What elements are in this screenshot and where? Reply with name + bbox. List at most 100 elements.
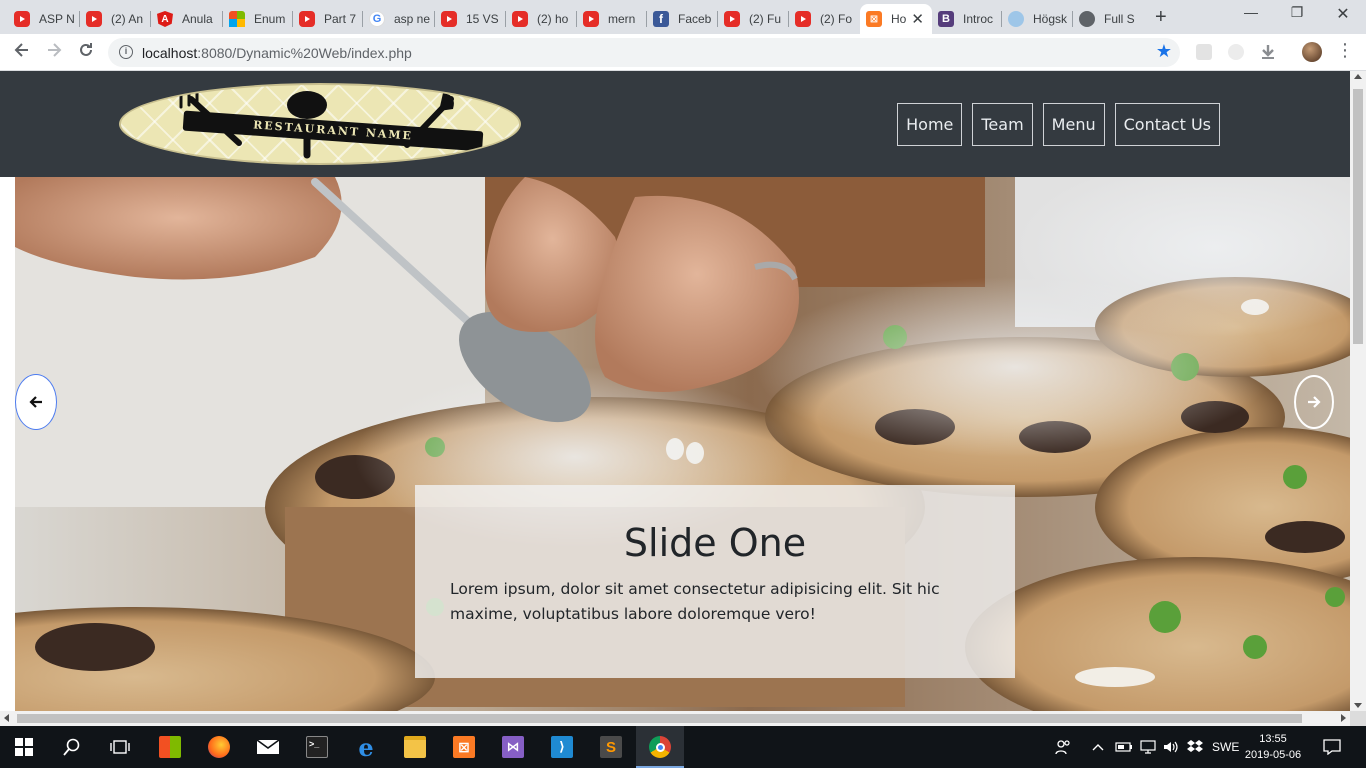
sublime-app[interactable]: S — [587, 726, 635, 768]
nav-home[interactable]: Home — [897, 103, 963, 146]
tab-title: asp ne — [394, 12, 431, 26]
browser-tab[interactable]: Högsk — [1002, 4, 1073, 34]
vertical-scrollbar[interactable] — [1350, 71, 1366, 711]
bookmark-star-icon[interactable]: ★ — [1156, 41, 1172, 62]
tab-title: Högsk — [1033, 12, 1068, 26]
youtube-icon — [299, 11, 315, 27]
back-button[interactable] — [10, 41, 34, 64]
browser-tab[interactable]: ASP N — [8, 4, 80, 34]
browser-tab[interactable]: B Introc — [932, 4, 1002, 34]
terminal-app[interactable]: >_ — [293, 726, 341, 768]
youtube-icon — [512, 11, 528, 27]
browser-tab[interactable]: (2) Fo — [789, 4, 860, 34]
store-icon — [159, 736, 181, 758]
nav-team[interactable]: Team — [972, 103, 1033, 146]
carousel-caption: Slide One Lorem ipsum, dolor sit amet co… — [415, 485, 1015, 678]
input-language[interactable]: SWE — [1212, 726, 1239, 768]
browser-tab-active[interactable]: ⊠ Ho ✕ — [860, 4, 932, 34]
edge-app[interactable]: e — [342, 726, 390, 768]
nav-menu[interactable]: Menu — [1042, 103, 1105, 146]
globe-icon — [1079, 11, 1095, 27]
mail-app[interactable] — [244, 726, 292, 768]
arrow-right-icon — [48, 43, 62, 57]
extension-icon[interactable] — [1196, 44, 1212, 60]
mail-icon — [256, 739, 280, 754]
browser-tab[interactable]: f Faceb — [647, 4, 718, 34]
facebook-icon: f — [653, 11, 669, 27]
carousel-next-button[interactable] — [1294, 375, 1334, 429]
search-icon — [63, 738, 80, 756]
tab-title: Faceb — [678, 12, 712, 26]
browser-tab[interactable]: (2) ho — [506, 4, 577, 34]
chevron-up-icon[interactable] — [1092, 726, 1104, 768]
browser-menu-icon[interactable]: ⋮ — [1336, 40, 1354, 61]
browser-tab[interactable]: (2) Fu — [718, 4, 789, 34]
windows-taskbar: >_ e ⊠ ⋈ ⟩ S SWE 13:55 2019-05-06 — [0, 726, 1366, 768]
browser-tab[interactable]: Full S — [1073, 4, 1143, 34]
profile-avatar[interactable] — [1302, 42, 1322, 62]
site-header: RESTAURANT NAME Home Team Menu Contact U… — [0, 71, 1350, 177]
chrome-icon — [649, 736, 671, 758]
network-icon[interactable] — [1139, 726, 1157, 768]
store-app[interactable] — [146, 726, 194, 768]
minimize-button[interactable]: — — [1228, 4, 1274, 20]
close-icon[interactable]: ✕ — [911, 10, 924, 28]
maximize-button[interactable]: ❐ — [1274, 4, 1320, 21]
browser-tab[interactable]: Part 7 — [293, 4, 363, 34]
browser-tab-strip: ASP N (2) An A Anula Enum Part 7 Gasp ne … — [0, 0, 1366, 34]
tab-title: 15 VS — [466, 12, 499, 26]
browser-tab[interactable]: Enum — [223, 4, 293, 34]
horizontal-scrollbar[interactable] — [0, 711, 1350, 726]
file-explorer-app[interactable] — [391, 726, 439, 768]
tab-title: (2) Fo — [820, 12, 853, 26]
dropbox-icon[interactable] — [1186, 726, 1204, 768]
info-icon[interactable]: i — [119, 45, 133, 59]
xampp-icon: ⊠ — [453, 736, 475, 758]
url-text[interactable]: localhost:8080/Dynamic%20Web/index.php — [142, 45, 412, 61]
system-clock[interactable]: 13:55 2019-05-06 — [1240, 731, 1306, 763]
scroll-corner — [1350, 711, 1366, 726]
restaurant-logo[interactable]: RESTAURANT NAME — [119, 83, 521, 165]
chrome-app[interactable] — [636, 726, 684, 768]
youtube-icon — [583, 11, 599, 27]
browser-tab[interactable]: Gasp ne — [363, 4, 435, 34]
browser-tab[interactable]: mern — [577, 4, 647, 34]
xampp-app[interactable]: ⊠ — [440, 726, 488, 768]
reload-button[interactable] — [74, 41, 98, 64]
battery-icon[interactable] — [1115, 726, 1133, 768]
vscode-app[interactable]: ⟩ — [538, 726, 586, 768]
firefox-icon — [208, 736, 230, 758]
forward-button[interactable] — [42, 41, 66, 64]
youtube-icon — [86, 11, 102, 27]
cloud-icon — [1008, 11, 1024, 27]
carousel-prev-button[interactable] — [16, 375, 56, 429]
main-nav: Home Team Menu Contact Us — [897, 103, 1220, 146]
youtube-icon — [795, 11, 811, 27]
extension-icon[interactable] — [1228, 44, 1244, 60]
new-tab-button[interactable]: + — [1155, 6, 1167, 29]
firefox-app[interactable] — [195, 726, 243, 768]
browser-tab[interactable]: 15 VS — [435, 4, 506, 34]
bootstrap-icon: B — [938, 11, 954, 27]
google-icon: G — [369, 11, 385, 27]
task-view-button[interactable] — [96, 726, 144, 768]
youtube-icon — [14, 11, 30, 27]
address-bar[interactable]: i localhost:8080/Dynamic%20Web/index.php… — [108, 38, 1180, 67]
people-icon[interactable] — [1054, 726, 1072, 768]
sublime-icon: S — [600, 736, 622, 758]
slide-title: Slide One — [623, 521, 807, 565]
download-icon[interactable] — [1260, 44, 1276, 60]
browser-tab[interactable]: A Anula — [151, 4, 223, 34]
tab-title: (2) Fu — [749, 12, 782, 26]
angular-icon: A — [157, 11, 173, 27]
search-button[interactable] — [48, 726, 96, 768]
start-button[interactable] — [0, 726, 48, 768]
volume-icon[interactable] — [1162, 726, 1180, 768]
visual-studio-app[interactable]: ⋈ — [489, 726, 537, 768]
nav-contact-us[interactable]: Contact Us — [1114, 103, 1220, 146]
notifications-icon[interactable] — [1323, 726, 1341, 768]
browser-tab[interactable]: (2) An — [80, 4, 151, 34]
close-window-button[interactable]: ✕ — [1320, 4, 1366, 24]
folder-icon — [404, 736, 426, 758]
microsoft-icon — [229, 11, 245, 27]
